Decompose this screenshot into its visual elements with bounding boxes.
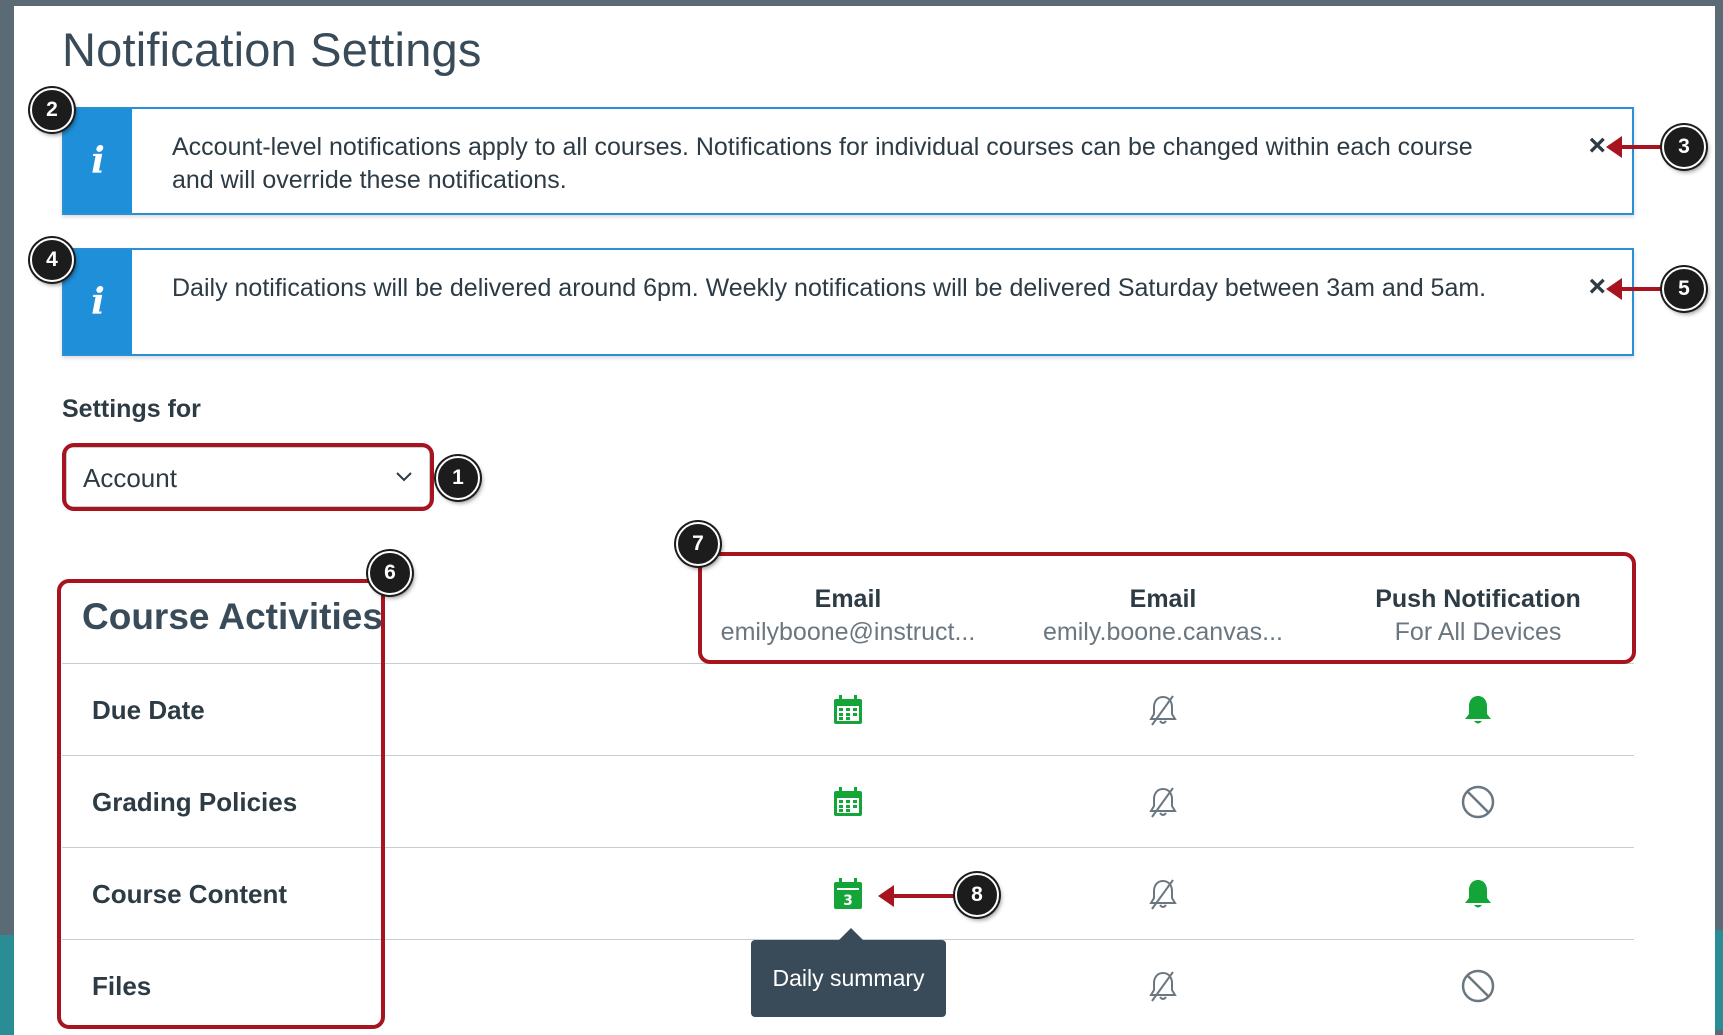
callout-1: 1 [436, 456, 480, 500]
bell-off-icon[interactable] [1143, 782, 1183, 822]
info-icon: i [64, 109, 132, 213]
select-highlight [62, 443, 434, 511]
daily-badge: 3 [843, 893, 853, 909]
page-title: Notification Settings [62, 23, 482, 76]
bell-icon[interactable] [1458, 874, 1498, 914]
callout-8: 8 [955, 873, 999, 917]
course-activities-highlight [57, 579, 385, 1029]
no-icon[interactable] [1458, 782, 1498, 822]
arrow-callout-5 [1606, 278, 1662, 300]
arrow-callout-3 [1606, 136, 1662, 158]
calendar-daily-icon[interactable]: 3 [828, 874, 868, 914]
callout-4: 4 [30, 238, 74, 282]
bell-off-icon[interactable] [1143, 966, 1183, 1006]
close-icon[interactable]: × [1588, 131, 1606, 161]
callout-6: 6 [368, 551, 412, 595]
calendar-icon[interactable] [828, 782, 868, 822]
arrow-callout-8 [878, 885, 954, 907]
daily-summary-tooltip: Daily summary [751, 928, 946, 1017]
callout-5: 5 [1662, 267, 1706, 311]
bell-off-icon[interactable] [1143, 690, 1183, 730]
callout-2: 2 [30, 88, 74, 132]
alert-message: Daily notifications will be delivered ar… [172, 274, 1487, 302]
bell-off-icon[interactable] [1143, 874, 1183, 914]
bell-icon[interactable] [1458, 690, 1498, 730]
delivery-time-alert: i Daily notifications will be delivered … [62, 248, 1634, 356]
calendar-icon[interactable] [828, 690, 868, 730]
alert-message: Account-level notifications apply to all… [172, 133, 1473, 194]
close-icon[interactable]: × [1588, 272, 1606, 302]
callout-7: 7 [676, 522, 720, 566]
account-level-alert: i Account-level notifications apply to a… [62, 107, 1634, 215]
callout-3: 3 [1662, 125, 1706, 169]
settings-for-label: Settings for [62, 395, 201, 423]
no-icon[interactable] [1458, 966, 1498, 1006]
info-icon: i [64, 250, 132, 354]
column-headers-highlight [698, 552, 1636, 664]
